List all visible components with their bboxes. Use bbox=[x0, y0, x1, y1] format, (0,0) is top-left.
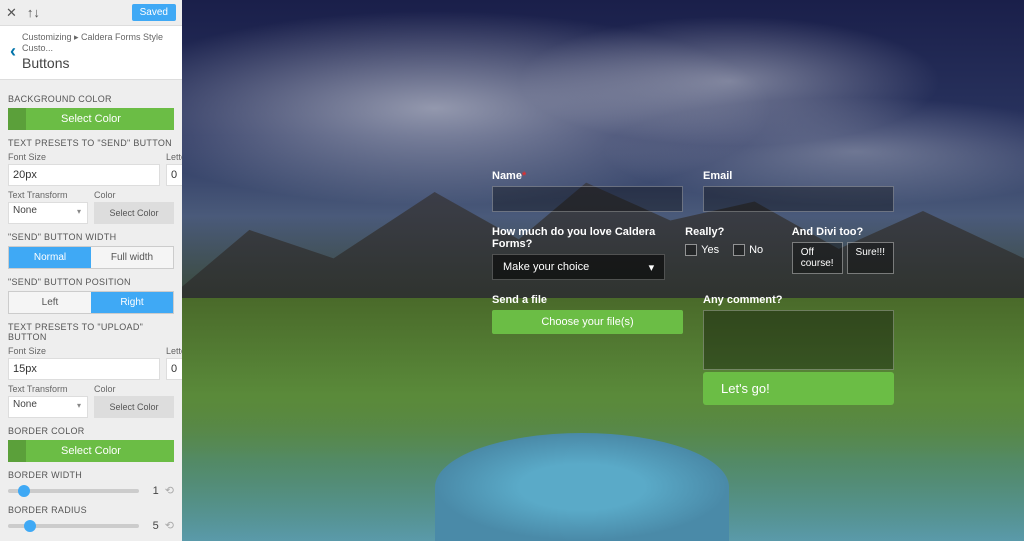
border-radius-value: 5 bbox=[145, 520, 159, 532]
border-radius-slider[interactable] bbox=[8, 524, 139, 528]
upload-font-size-label: Font Size bbox=[8, 346, 160, 356]
love-label: How much do you love Caldera Forms? bbox=[492, 226, 665, 250]
divi-label: And Divi too? bbox=[792, 226, 894, 238]
divi-off-button[interactable]: Off course! bbox=[792, 242, 843, 274]
send-file-label: Send a file bbox=[492, 294, 683, 306]
upload-letter-spacing-label: Letter Spacing bbox=[166, 346, 182, 356]
border-select-color-button[interactable]: Select Color bbox=[8, 440, 174, 462]
submit-button[interactable]: Let's go! bbox=[703, 372, 894, 405]
love-select[interactable]: Make your choice ▾ bbox=[492, 254, 665, 280]
really-label: Really? bbox=[685, 226, 772, 238]
page-title: Buttons bbox=[22, 55, 178, 71]
upload-letter-spacing-input[interactable] bbox=[166, 358, 182, 380]
text-transform-label: Text Transform bbox=[8, 190, 88, 200]
send-letter-spacing-input[interactable] bbox=[166, 164, 182, 186]
name-label: Name* bbox=[492, 170, 683, 182]
preview-pane: Name* Email How much do you love Caldera… bbox=[182, 0, 1024, 541]
border-width-heading: BORDER WIDTH bbox=[8, 470, 174, 480]
really-yes-checkbox[interactable]: Yes bbox=[685, 244, 719, 256]
upload-text-transform-select[interactable]: None bbox=[8, 396, 88, 418]
pos-right-button[interactable]: Right bbox=[91, 292, 173, 313]
lake-decoration bbox=[435, 433, 730, 541]
width-full-button[interactable]: Full width bbox=[91, 247, 173, 268]
breadcrumb: ‹ Customizing ▸ Caldera Forms Style Cust… bbox=[0, 26, 182, 80]
send-width-heading: "SEND" BUTTON WIDTH bbox=[8, 232, 174, 242]
send-color-button[interactable]: Select Color bbox=[94, 202, 174, 224]
upload-presets-heading: TEXT PRESETS TO "UPLOAD" BUTTON bbox=[8, 322, 174, 342]
send-presets-heading: TEXT PRESETS TO "SEND" BUTTON bbox=[8, 138, 174, 148]
back-icon[interactable]: ‹ bbox=[4, 41, 22, 62]
send-text-transform-select[interactable]: None bbox=[8, 202, 88, 224]
border-radius-reset-icon[interactable]: ⟲ bbox=[165, 519, 174, 532]
chevron-down-icon: ▾ bbox=[649, 261, 655, 274]
upload-color-label: Color bbox=[94, 384, 174, 394]
email-label: Email bbox=[703, 170, 894, 182]
email-field[interactable] bbox=[703, 186, 894, 212]
sidebar-topbar: ✕ ↑↓ Saved bbox=[0, 0, 182, 26]
font-size-label: Font Size bbox=[8, 152, 160, 162]
comment-textarea[interactable] bbox=[703, 310, 894, 370]
border-radius-heading: BORDER RADIUS bbox=[8, 505, 174, 515]
saved-button[interactable]: Saved bbox=[132, 4, 176, 21]
width-normal-button[interactable]: Normal bbox=[9, 247, 91, 268]
customizer-sidebar: ✕ ↑↓ Saved ‹ Customizing ▸ Caldera Forms… bbox=[0, 0, 182, 541]
form: Name* Email How much do you love Caldera… bbox=[492, 170, 894, 419]
send-font-size-input[interactable] bbox=[8, 164, 160, 186]
pos-left-button[interactable]: Left bbox=[9, 292, 91, 313]
comment-label: Any comment? bbox=[703, 294, 894, 306]
border-color-heading: BORDER COLOR bbox=[8, 426, 174, 436]
upload-color-button[interactable]: Select Color bbox=[94, 396, 174, 418]
name-field[interactable] bbox=[492, 186, 683, 212]
upload-font-size-input[interactable] bbox=[8, 358, 160, 380]
border-width-reset-icon[interactable]: ⟲ bbox=[165, 484, 174, 497]
bg-color-heading: BACKGROUND COLOR bbox=[8, 94, 174, 104]
close-icon[interactable]: ✕ bbox=[6, 5, 17, 21]
sort-icon[interactable]: ↑↓ bbox=[27, 5, 40, 20]
send-position-heading: "SEND" BUTTON POSITION bbox=[8, 277, 174, 287]
color-label: Color bbox=[94, 190, 174, 200]
love-select-value: Make your choice bbox=[503, 261, 589, 273]
border-width-slider[interactable] bbox=[8, 489, 139, 493]
border-width-value: 1 bbox=[145, 485, 159, 497]
letter-spacing-label: Letter Spacing bbox=[166, 152, 182, 162]
choose-file-button[interactable]: Choose your file(s) bbox=[492, 310, 683, 334]
really-no-checkbox[interactable]: No bbox=[733, 244, 763, 256]
divi-sure-button[interactable]: Sure!!! bbox=[847, 242, 894, 274]
breadcrumb-path: Customizing ▸ Caldera Forms Style Custo.… bbox=[22, 32, 178, 53]
bg-select-color-button[interactable]: Select Color bbox=[8, 108, 174, 130]
upload-text-transform-label: Text Transform bbox=[8, 384, 88, 394]
